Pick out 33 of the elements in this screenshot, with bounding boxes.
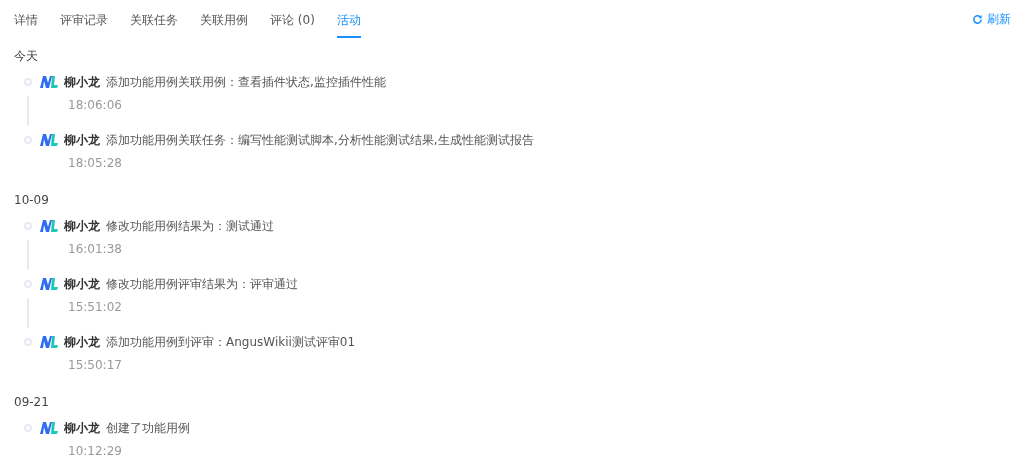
- logo-icon: [40, 422, 58, 434]
- user-name: 柳小龙: [64, 275, 100, 293]
- tab[interactable]: 评审记录: [60, 8, 108, 38]
- user-name: 柳小龙: [64, 419, 100, 437]
- activity-time: 18:05:28: [68, 156, 123, 170]
- activity-time: 10:12:29: [68, 444, 123, 458]
- logo-icon: [40, 76, 58, 88]
- tab[interactable]: 关联任务: [130, 8, 178, 38]
- activity-text: 修改功能用例评审结果为：评审通过: [106, 275, 298, 293]
- date-label: 今天: [14, 48, 39, 65]
- tab[interactable]: 评论 (0): [270, 8, 315, 38]
- date-label: 10-09: [14, 192, 50, 209]
- user-name: 柳小龙: [64, 131, 100, 149]
- activity-time: 16:01:38: [68, 242, 123, 256]
- logo-icon: [40, 134, 58, 146]
- logo-icon: [40, 220, 58, 232]
- tab[interactable]: 关联用例: [200, 8, 248, 38]
- date-label: 09-21: [14, 394, 50, 411]
- user-name: 柳小龙: [64, 73, 100, 91]
- activity-time: 15:51:02: [68, 300, 123, 314]
- user-name: 柳小龙: [64, 217, 100, 235]
- activity-text: 添加功能用例关联用例：查看插件状态,监控插件性能: [106, 73, 386, 91]
- activity-text: 添加功能用例到评审：AngusWikii测试评审01: [106, 333, 356, 351]
- logo-icon: [40, 336, 58, 348]
- refresh-icon: [972, 14, 983, 25]
- activity-text: 创建了功能用例: [106, 419, 190, 437]
- logo-icon: [40, 278, 58, 290]
- activity-text: 添加功能用例关联任务：编写性能测试脚本,分析性能测试结果,生成性能测试报告: [106, 131, 534, 149]
- activity-text: 修改功能用例结果为：测试通过: [106, 217, 274, 235]
- activity-time: 15:50:17: [68, 358, 123, 372]
- activity-time: 18:06:06: [68, 98, 123, 112]
- tab[interactable]: 详情: [14, 8, 38, 38]
- user-name: 柳小龙: [64, 333, 100, 351]
